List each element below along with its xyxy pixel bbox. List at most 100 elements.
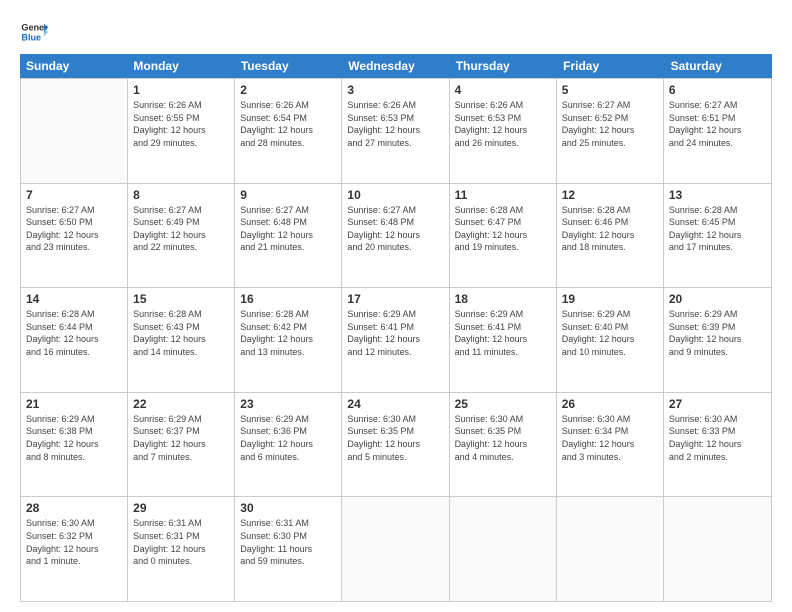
day-number: 12	[562, 188, 658, 202]
day-number: 16	[240, 292, 336, 306]
calendar-day-13: 13 Sunrise: 6:28 AM Sunset: 6:45 PM Dayli…	[664, 184, 771, 288]
calendar-day-empty	[450, 497, 557, 601]
day-info: Sunrise: 6:29 AM Sunset: 6:40 PM Dayligh…	[562, 308, 658, 358]
day-number: 10	[347, 188, 443, 202]
calendar-body: 1Sunrise: 6:26 AM Sunset: 6:55 PM Daylig…	[20, 78, 772, 602]
day-info: Sunrise: 6:28 AM Sunset: 6:43 PM Dayligh…	[133, 308, 229, 358]
calendar-day-9: 9 Sunrise: 6:27 AM Sunset: 6:48 PM Daylig…	[235, 184, 342, 288]
calendar-day-19: 19 Sunrise: 6:29 AM Sunset: 6:40 PM Dayli…	[557, 288, 664, 392]
calendar-day-17: 17 Sunrise: 6:29 AM Sunset: 6:41 PM Dayli…	[342, 288, 449, 392]
day-info: Sunrise: 6:28 AM Sunset: 6:46 PM Dayligh…	[562, 204, 658, 254]
day-number: 14	[26, 292, 122, 306]
calendar-day-1: 1Sunrise: 6:26 AM Sunset: 6:55 PM Daylig…	[128, 79, 235, 183]
calendar-day-18: 18 Sunrise: 6:29 AM Sunset: 6:41 PM Dayli…	[450, 288, 557, 392]
day-number: 27	[669, 397, 766, 411]
calendar-day-7: 7 Sunrise: 6:27 AM Sunset: 6:50 PM Daylig…	[21, 184, 128, 288]
calendar-day-3: 3 Sunrise: 6:26 AM Sunset: 6:53 PM Daylig…	[342, 79, 449, 183]
calendar-day-20: 20Sunrise: 6:29 AM Sunset: 6:39 PM Dayli…	[664, 288, 771, 392]
day-info: Sunrise: 6:30 AM Sunset: 6:33 PM Dayligh…	[669, 413, 766, 463]
header-day-sunday: Sunday	[20, 54, 127, 78]
calendar-header-row: SundayMondayTuesdayWednesdayThursdayFrid…	[20, 54, 772, 78]
calendar-day-15: 15 Sunrise: 6:28 AM Sunset: 6:43 PM Dayli…	[128, 288, 235, 392]
header-day-friday: Friday	[557, 54, 664, 78]
day-number: 30	[240, 501, 336, 515]
calendar-day-25: 25 Sunrise: 6:30 AM Sunset: 6:35 PM Dayli…	[450, 393, 557, 497]
day-info: Sunrise: 6:27 AM Sunset: 6:50 PM Dayligh…	[26, 204, 122, 254]
calendar-week-3: 14 Sunrise: 6:28 AM Sunset: 6:44 PM Dayli…	[21, 287, 771, 392]
day-number: 22	[133, 397, 229, 411]
calendar-day-8: 8 Sunrise: 6:27 AM Sunset: 6:49 PM Daylig…	[128, 184, 235, 288]
calendar-day-23: 23Sunrise: 6:29 AM Sunset: 6:36 PM Dayli…	[235, 393, 342, 497]
calendar-day-28: 28 Sunrise: 6:30 AM Sunset: 6:32 PM Dayli…	[21, 497, 128, 601]
day-info: Sunrise: 6:27 AM Sunset: 6:52 PM Dayligh…	[562, 99, 658, 149]
day-number: 28	[26, 501, 122, 515]
day-info: Sunrise: 6:26 AM Sunset: 6:54 PM Dayligh…	[240, 99, 336, 149]
calendar-day-empty	[21, 79, 128, 183]
header: General Blue	[20, 18, 772, 46]
day-info: Sunrise: 6:27 AM Sunset: 6:48 PM Dayligh…	[240, 204, 336, 254]
calendar-day-empty	[557, 497, 664, 601]
day-number: 11	[455, 188, 551, 202]
calendar-day-6: 6 Sunrise: 6:27 AM Sunset: 6:51 PM Daylig…	[664, 79, 771, 183]
day-info: Sunrise: 6:29 AM Sunset: 6:38 PM Dayligh…	[26, 413, 122, 463]
calendar-day-30: 30 Sunrise: 6:31 AM Sunset: 6:30 PM Dayli…	[235, 497, 342, 601]
day-number: 8	[133, 188, 229, 202]
day-number: 25	[455, 397, 551, 411]
day-number: 3	[347, 83, 443, 97]
calendar-week-1: 1Sunrise: 6:26 AM Sunset: 6:55 PM Daylig…	[21, 78, 771, 183]
day-info: Sunrise: 6:29 AM Sunset: 6:37 PM Dayligh…	[133, 413, 229, 463]
day-info: Sunrise: 6:30 AM Sunset: 6:32 PM Dayligh…	[26, 517, 122, 567]
day-number: 29	[133, 501, 229, 515]
header-day-saturday: Saturday	[665, 54, 772, 78]
day-info: Sunrise: 6:28 AM Sunset: 6:44 PM Dayligh…	[26, 308, 122, 358]
day-info: Sunrise: 6:29 AM Sunset: 6:41 PM Dayligh…	[347, 308, 443, 358]
logo-icon: General Blue	[20, 18, 48, 46]
day-number: 18	[455, 292, 551, 306]
calendar-day-12: 12 Sunrise: 6:28 AM Sunset: 6:46 PM Dayli…	[557, 184, 664, 288]
calendar-day-2: 2 Sunrise: 6:26 AM Sunset: 6:54 PM Daylig…	[235, 79, 342, 183]
day-info: Sunrise: 6:27 AM Sunset: 6:48 PM Dayligh…	[347, 204, 443, 254]
page: General Blue SundayMondayTuesdayWednesda…	[0, 0, 792, 612]
day-number: 6	[669, 83, 766, 97]
day-info: Sunrise: 6:29 AM Sunset: 6:41 PM Dayligh…	[455, 308, 551, 358]
day-info: Sunrise: 6:27 AM Sunset: 6:51 PM Dayligh…	[669, 99, 766, 149]
day-info: Sunrise: 6:26 AM Sunset: 6:53 PM Dayligh…	[455, 99, 551, 149]
day-number: 2	[240, 83, 336, 97]
day-info: Sunrise: 6:26 AM Sunset: 6:53 PM Dayligh…	[347, 99, 443, 149]
day-number: 13	[669, 188, 766, 202]
header-day-tuesday: Tuesday	[235, 54, 342, 78]
day-info: Sunrise: 6:30 AM Sunset: 6:35 PM Dayligh…	[347, 413, 443, 463]
svg-text:Blue: Blue	[21, 32, 41, 42]
header-day-monday: Monday	[127, 54, 234, 78]
calendar-day-24: 24 Sunrise: 6:30 AM Sunset: 6:35 PM Dayli…	[342, 393, 449, 497]
calendar-day-10: 10 Sunrise: 6:27 AM Sunset: 6:48 PM Dayli…	[342, 184, 449, 288]
calendar-day-14: 14 Sunrise: 6:28 AM Sunset: 6:44 PM Dayli…	[21, 288, 128, 392]
day-info: Sunrise: 6:30 AM Sunset: 6:35 PM Dayligh…	[455, 413, 551, 463]
calendar-day-26: 26Sunrise: 6:30 AM Sunset: 6:34 PM Dayli…	[557, 393, 664, 497]
logo: General Blue	[20, 18, 48, 46]
calendar-day-5: 5 Sunrise: 6:27 AM Sunset: 6:52 PM Daylig…	[557, 79, 664, 183]
calendar: SundayMondayTuesdayWednesdayThursdayFrid…	[20, 54, 772, 602]
day-number: 7	[26, 188, 122, 202]
day-info: Sunrise: 6:28 AM Sunset: 6:47 PM Dayligh…	[455, 204, 551, 254]
day-number: 15	[133, 292, 229, 306]
calendar-day-22: 22 Sunrise: 6:29 AM Sunset: 6:37 PM Dayli…	[128, 393, 235, 497]
day-number: 17	[347, 292, 443, 306]
calendar-day-21: 21 Sunrise: 6:29 AM Sunset: 6:38 PM Dayli…	[21, 393, 128, 497]
day-info: Sunrise: 6:31 AM Sunset: 6:30 PM Dayligh…	[240, 517, 336, 567]
day-info: Sunrise: 6:27 AM Sunset: 6:49 PM Dayligh…	[133, 204, 229, 254]
day-info: Sunrise: 6:28 AM Sunset: 6:45 PM Dayligh…	[669, 204, 766, 254]
day-number: 19	[562, 292, 658, 306]
day-number: 24	[347, 397, 443, 411]
calendar-day-11: 11 Sunrise: 6:28 AM Sunset: 6:47 PM Dayli…	[450, 184, 557, 288]
day-number: 21	[26, 397, 122, 411]
header-day-wednesday: Wednesday	[342, 54, 449, 78]
calendar-day-27: 27 Sunrise: 6:30 AM Sunset: 6:33 PM Dayli…	[664, 393, 771, 497]
day-number: 5	[562, 83, 658, 97]
day-number: 9	[240, 188, 336, 202]
header-day-thursday: Thursday	[450, 54, 557, 78]
calendar-week-4: 21 Sunrise: 6:29 AM Sunset: 6:38 PM Dayli…	[21, 392, 771, 497]
day-info: Sunrise: 6:29 AM Sunset: 6:39 PM Dayligh…	[669, 308, 766, 358]
calendar-week-2: 7 Sunrise: 6:27 AM Sunset: 6:50 PM Daylig…	[21, 183, 771, 288]
day-number: 26	[562, 397, 658, 411]
